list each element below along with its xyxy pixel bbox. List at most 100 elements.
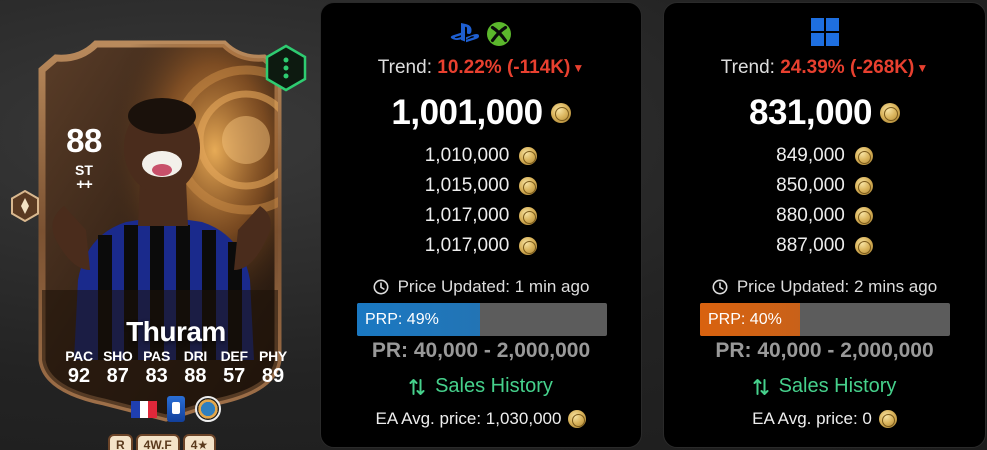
ea-avg-price-text: EA Avg. price: 0: [752, 409, 872, 428]
ea-avg-price: EA Avg. price: 1,030,000: [321, 409, 641, 429]
coin-icon: [854, 237, 873, 255]
stat-label: DEF: [220, 348, 248, 364]
preferred-foot-badge: R: [108, 434, 133, 450]
price-value: 1,017,000: [424, 235, 510, 256]
sales-history-button[interactable]: Sales History: [664, 375, 985, 398]
lowest-price: 1,001,000: [321, 93, 641, 133]
price-row: 849,000: [664, 141, 985, 171]
price-value: 1,010,000: [424, 145, 510, 166]
card-nation-league-club: [126, 394, 226, 424]
skill-moves-badge: 4★: [182, 434, 217, 450]
stat-value: 88: [184, 365, 207, 387]
prp-bar: PRP: 40%: [700, 303, 950, 336]
windows-icon: [810, 18, 839, 46]
stat-dri: DRI 88: [176, 348, 214, 388]
stat-pac: PAC 92: [60, 348, 98, 388]
price-row: 887,000: [664, 231, 985, 261]
coin-icon: [550, 103, 571, 123]
ea-avg-price: EA Avg. price: 0: [664, 409, 985, 429]
clock-icon: [373, 279, 389, 295]
trend-label: Trend:: [720, 57, 775, 78]
playstation-icon: [450, 23, 480, 43]
price-range: PR: 40,000 - 2,000,000: [715, 339, 934, 362]
lowest-price: 831,000: [664, 93, 985, 133]
xbox-icon: [487, 22, 511, 46]
prp-text: PRP: 49%: [365, 311, 439, 328]
stat-label: PAS: [143, 348, 171, 364]
stat-value: 92: [67, 365, 91, 387]
stat-value: 87: [106, 365, 129, 387]
price-updated: Price Updated: 1 min ago: [321, 277, 641, 297]
card-player-name: Thuram: [126, 316, 226, 347]
price-list: 849,000 850,000 880,000 887,000: [664, 141, 985, 261]
stat-value: 89: [261, 365, 285, 387]
price-row: 1,010,000: [321, 141, 641, 171]
lowest-price-value: 1,001,000: [391, 93, 543, 132]
card-position-plus: ++: [76, 176, 93, 193]
clock-icon: [712, 279, 728, 295]
lowest-price-value: 831,000: [748, 93, 873, 132]
serie-a-logo-icon: [167, 396, 185, 422]
player-card[interactable]: 88 ST ++ Thuram PAC 92 SHO 87 PAS 83 DRI…: [11, 30, 307, 450]
stat-phy: PHY 89: [254, 348, 292, 388]
coin-icon: [568, 410, 587, 428]
trend-down-icon: ▼: [916, 60, 929, 75]
price-updated-text: Price Updated: 2 mins ago: [736, 277, 938, 296]
price-value: 1,017,000: [424, 205, 510, 226]
trend-value: 24.39% (-268K): [780, 57, 915, 78]
coin-icon: [854, 147, 873, 165]
price-row: 880,000: [664, 201, 985, 231]
coin-icon: [519, 147, 538, 165]
stat-value: 83: [145, 365, 168, 387]
price-value: 887,000: [776, 235, 845, 256]
prp-text: PRP: 40%: [708, 311, 782, 328]
coin-icon: [854, 207, 873, 225]
stat-pas: PAS 83: [138, 348, 176, 388]
trend-down-icon: ▼: [572, 60, 585, 75]
stat-label: SHO: [103, 348, 133, 364]
trend: Trend: 24.39% (-268K) ▼: [664, 57, 985, 79]
price-value: 850,000: [776, 175, 845, 196]
price-row: 1,015,000: [321, 171, 641, 201]
coin-icon: [880, 103, 901, 123]
price-updated: Price Updated: 2 mins ago: [664, 277, 985, 297]
sales-history-button[interactable]: Sales History: [321, 375, 641, 398]
stat-value: 57: [223, 365, 246, 387]
sales-history-label: Sales History: [778, 375, 897, 397]
stat-sho: SHO 87: [99, 348, 137, 388]
coin-icon: [878, 410, 897, 428]
coin-icon: [854, 177, 873, 195]
coin-icon: [519, 177, 538, 195]
stat-label: DRI: [183, 348, 208, 364]
trend-label: Trend:: [377, 57, 432, 78]
sort-arrows-icon: [753, 378, 769, 395]
ea-avg-price-text: EA Avg. price: 1,030,000: [375, 409, 562, 428]
price-row: 1,017,000: [321, 201, 641, 231]
stat-label: PAC: [65, 348, 93, 364]
stat-def: DEF 57: [215, 348, 253, 388]
prp-bar: PRP: 49%: [357, 303, 607, 336]
platform-icons: [321, 21, 641, 47]
sort-arrows-icon: [409, 378, 425, 395]
price-row: 850,000: [664, 171, 985, 201]
price-range: PR: 40,000 - 2,000,000: [371, 339, 591, 362]
trend-value: 10.22% (-114K): [437, 57, 571, 78]
price-value: 1,015,000: [424, 175, 510, 196]
card-stats: PAC 92 SHO 87 PAS 83 DRI 88 DEF 57 PHY 8…: [56, 348, 296, 388]
card-badges: R 4W.F 4★: [108, 434, 217, 450]
card-rating: 88: [66, 122, 102, 159]
price-row: 1,017,000: [321, 231, 641, 261]
weak-foot-badge: 4W.F: [135, 434, 180, 450]
inter-club-badge-icon: [195, 396, 221, 422]
coin-icon: [519, 207, 538, 225]
price-updated-text: Price Updated: 1 min ago: [397, 277, 590, 296]
trend: Trend: 10.22% (-114K) ▼: [321, 57, 641, 79]
price-list: 1,010,000 1,015,000 1,017,000 1,017,000: [321, 141, 641, 261]
stat-label: PHY: [259, 348, 287, 364]
price-panel-pc: Trend: 24.39% (-268K) ▼ 831,000 849,000 8…: [663, 2, 986, 448]
france-flag-icon: [131, 400, 158, 418]
price-value: 880,000: [776, 205, 845, 226]
evolution-hex-icon[interactable]: [264, 44, 308, 92]
price-panel-console: Trend: 10.22% (-114K) ▼ 1,001,000 1,010,0…: [320, 2, 642, 448]
sales-history-label: Sales History: [435, 375, 553, 397]
